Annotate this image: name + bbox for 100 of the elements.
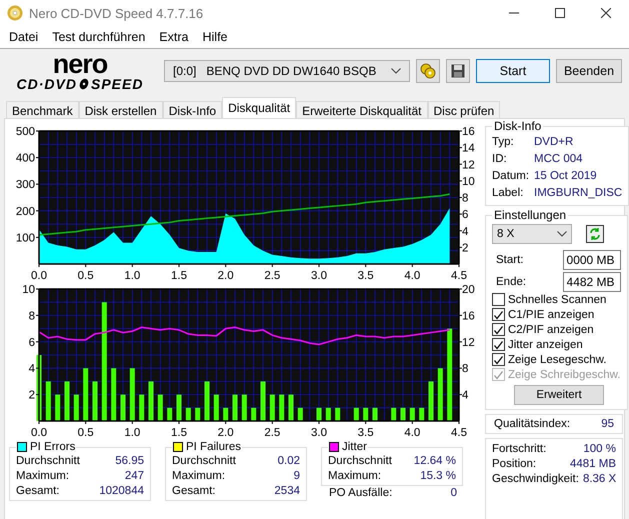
logo-text: nero	[52, 51, 108, 78]
checkbox-label: Jitter anzeigen	[508, 338, 583, 350]
failure-bar	[279, 394, 284, 421]
refresh-icon[interactable]	[586, 225, 604, 243]
tick-label: 2	[462, 242, 468, 254]
tick-label: 1.0	[124, 427, 140, 439]
failure-bar	[46, 381, 51, 421]
stat-value: 0.02	[278, 454, 300, 466]
failure-bar	[74, 394, 79, 421]
disc-icon	[7, 5, 23, 21]
tick-label: 0.5	[78, 270, 94, 281]
tick-label: 3.5	[358, 270, 374, 281]
tick-label: 16	[462, 126, 475, 138]
failure-bar	[251, 408, 256, 421]
failure-bar	[36, 355, 42, 421]
stat-label: Maximum:	[16, 470, 70, 482]
checkbox[interactable]	[492, 353, 505, 366]
info-value: IMGBURN_DISC	[534, 186, 622, 198]
tick-label: 3.0	[311, 270, 327, 281]
failure-bar	[148, 381, 154, 421]
stat-label: Durchschnitt	[16, 454, 80, 466]
tick-label: 4.5	[451, 427, 467, 439]
failure-bar	[419, 408, 424, 421]
advanced-button[interactable]: Erweitert	[514, 385, 604, 405]
close-icon[interactable]	[601, 8, 611, 18]
stat-label: Fortschritt:	[492, 442, 546, 454]
checkbox[interactable]	[492, 293, 505, 306]
tick-label: 1.0	[124, 270, 140, 281]
tick-label: 14	[462, 142, 475, 155]
checkbox[interactable]	[492, 338, 505, 351]
failure-bar	[195, 408, 200, 421]
tick-label: 2.0	[218, 427, 234, 439]
tick-label: 4	[462, 226, 468, 238]
failure-bar	[186, 408, 191, 421]
exit-button[interactable]: Beenden	[556, 59, 622, 83]
tick-label: 8	[462, 363, 468, 376]
failure-bar	[400, 408, 406, 421]
discs-icon[interactable]	[416, 59, 440, 83]
failure-bar	[288, 394, 294, 421]
checkbox[interactable]	[492, 323, 505, 336]
failure-bar	[438, 368, 443, 421]
drive-dropdown[interactable]: [0:0] BENQ DVD DD DW1640 BSQB	[164, 60, 410, 82]
stat-value: 15.3 %	[420, 470, 456, 482]
stat-label: Gesamt:	[172, 484, 216, 496]
stat-label: Geschwindigkeit:	[492, 472, 579, 484]
stat-value: 56.95	[115, 454, 144, 466]
save-icon[interactable]	[446, 59, 470, 83]
failure-bar	[64, 381, 70, 421]
failure-bar	[298, 408, 303, 421]
failure-bar	[204, 381, 210, 421]
stat-label: PO Ausfälle:	[329, 487, 392, 499]
stat-label: Position:	[492, 458, 536, 470]
menu-item[interactable]: Extra	[152, 30, 196, 44]
checkbox[interactable]	[492, 308, 505, 321]
tab[interactable]: Diskqualität	[222, 97, 296, 118]
stat-value: 0	[450, 487, 457, 499]
menu-item[interactable]: Hilfe	[195, 30, 234, 44]
failure-bar	[214, 394, 219, 421]
menu-item[interactable]: Test durchführen	[45, 30, 152, 44]
tab[interactable]: Disc prüfen	[428, 101, 500, 118]
stat-value: 4481 MB	[570, 458, 616, 470]
tick-label: 2.0	[218, 270, 234, 281]
stat-label: Gesamt:	[16, 484, 60, 496]
failure-bar	[92, 381, 98, 421]
quality-label: Qualitätsindex:	[494, 418, 570, 430]
failure-bar	[139, 394, 144, 421]
failure-bar	[326, 408, 331, 421]
tick-label: 8	[462, 192, 468, 204]
speed-dropdown[interactable]: 8 X	[492, 224, 572, 244]
tab[interactable]: Disk-Info	[162, 101, 222, 118]
failure-bar	[270, 394, 275, 421]
stat-value: 12.64 %	[414, 454, 456, 466]
field-label: Start:	[496, 254, 524, 266]
failure-bar	[428, 381, 434, 421]
info-label: Label:	[492, 186, 524, 198]
group-title: Jitter	[342, 441, 367, 453]
logo-text: SPEED	[90, 77, 144, 91]
menu-item[interactable]: Datei	[2, 30, 46, 44]
disc-icon	[78, 78, 90, 90]
tick-label: 4.5	[451, 270, 467, 281]
stat-value: 8.36 X	[582, 472, 616, 484]
stat-value: 2534	[274, 484, 300, 496]
tab[interactable]: Disk erstellen	[78, 101, 163, 118]
failure-bar	[232, 394, 238, 421]
start-field[interactable]: 0000 MB	[562, 250, 621, 270]
start-button[interactable]: Start	[476, 59, 550, 83]
tick-label: 4	[462, 390, 468, 402]
tick-label: 1.5	[171, 427, 187, 439]
tick-label: 100	[16, 232, 35, 244]
end-field[interactable]: 4482 MB	[562, 272, 621, 292]
failure-bar	[167, 408, 172, 421]
window-title: Nero CD-DVD Speed 4.7.7.16	[29, 6, 204, 20]
failure-bar	[111, 368, 116, 421]
tab[interactable]: Erweiterte Diskqualität	[296, 101, 428, 118]
failure-bar	[372, 408, 378, 421]
tab[interactable]: Benchmark	[6, 101, 79, 118]
tick-label: 12	[462, 159, 475, 172]
maximize-icon[interactable]	[555, 8, 565, 18]
failure-bar	[316, 408, 322, 421]
failure-bar	[176, 394, 182, 421]
